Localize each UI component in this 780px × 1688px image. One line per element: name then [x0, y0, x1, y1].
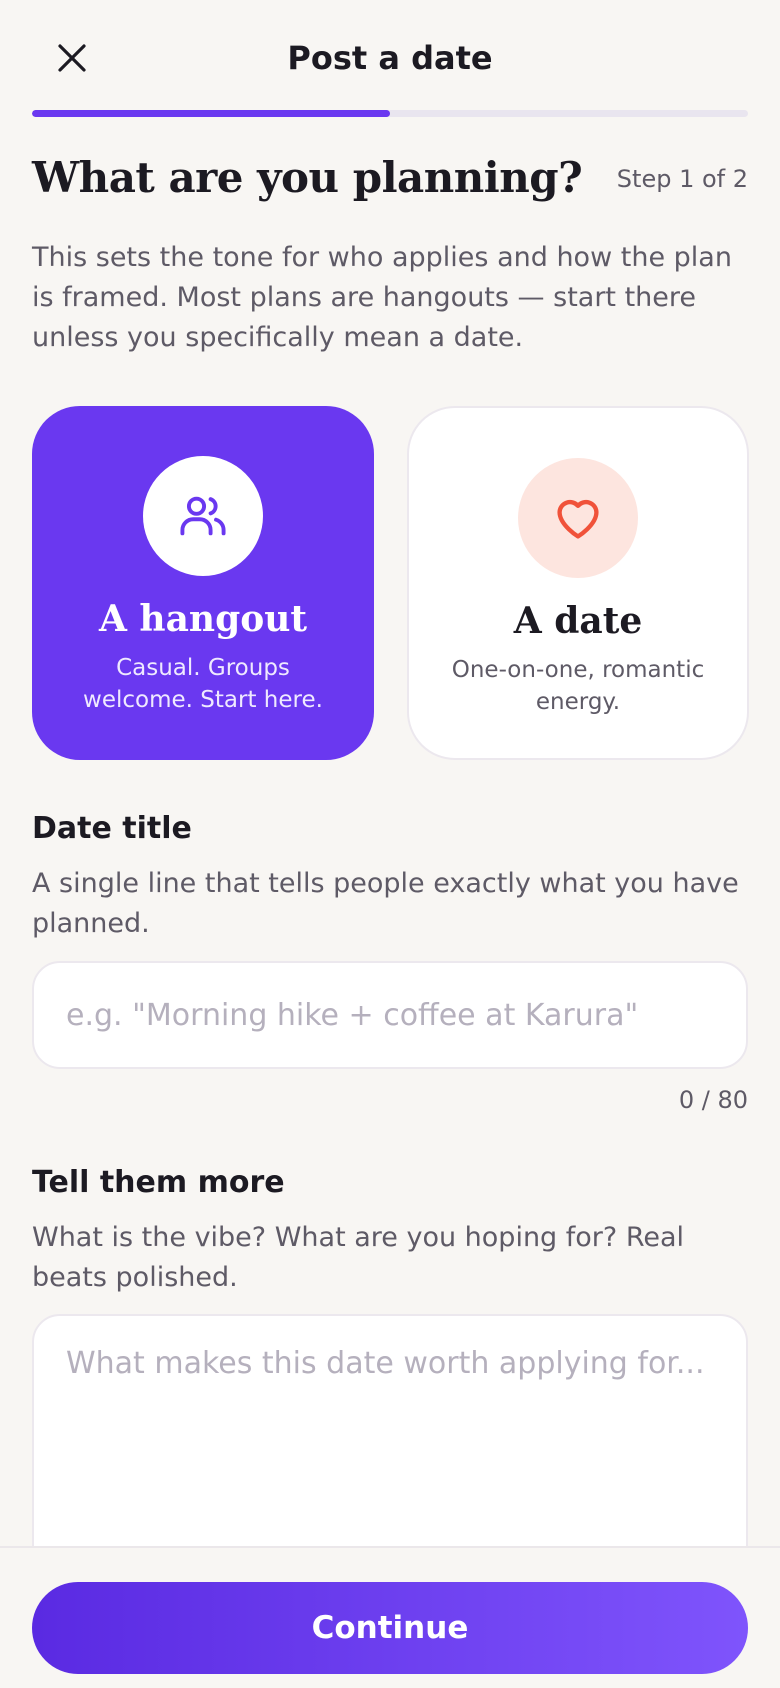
- heart-icon: [557, 499, 599, 539]
- step-indicator: Step 1 of 2: [616, 165, 748, 193]
- type-card-subtitle: One-on-one, romantic energy.: [451, 657, 705, 715]
- date-title-help: A single line that tells people exactly …: [32, 868, 739, 939]
- date-title-label: Date title: [32, 811, 192, 846]
- details-label: Tell them more: [32, 1165, 285, 1200]
- progress-bar: [32, 110, 748, 117]
- char-counter: 0 / 80: [678, 1086, 748, 1114]
- hangout-icon-badge: [143, 456, 263, 576]
- step-heading: What are you planning?: [32, 153, 583, 202]
- users-icon: [180, 496, 226, 536]
- details-help: What is the vibe? What are you hoping fo…: [32, 1222, 685, 1293]
- page-title: Post a date: [287, 39, 493, 77]
- step-intro: This sets the tone for who applies and h…: [32, 242, 732, 353]
- type-card-title: A hangout: [98, 598, 308, 640]
- type-card-date[interactable]: A date One-on-one, romantic energy.: [407, 406, 749, 760]
- type-card-title: A date: [513, 600, 643, 642]
- continue-button[interactable]: Continue: [32, 1582, 748, 1674]
- bottom-action-bar: Continue: [0, 1546, 780, 1688]
- type-card-subtitle: Casual. Groups welcome. Start here.: [83, 655, 323, 713]
- date-icon-badge: [518, 458, 638, 578]
- progress-bar-fill: [32, 110, 390, 117]
- date-title-input[interactable]: [32, 961, 748, 1069]
- header-bar: Post a date: [0, 0, 780, 110]
- type-card-hangout[interactable]: A hangout Casual. Groups welcome. Start …: [32, 406, 374, 760]
